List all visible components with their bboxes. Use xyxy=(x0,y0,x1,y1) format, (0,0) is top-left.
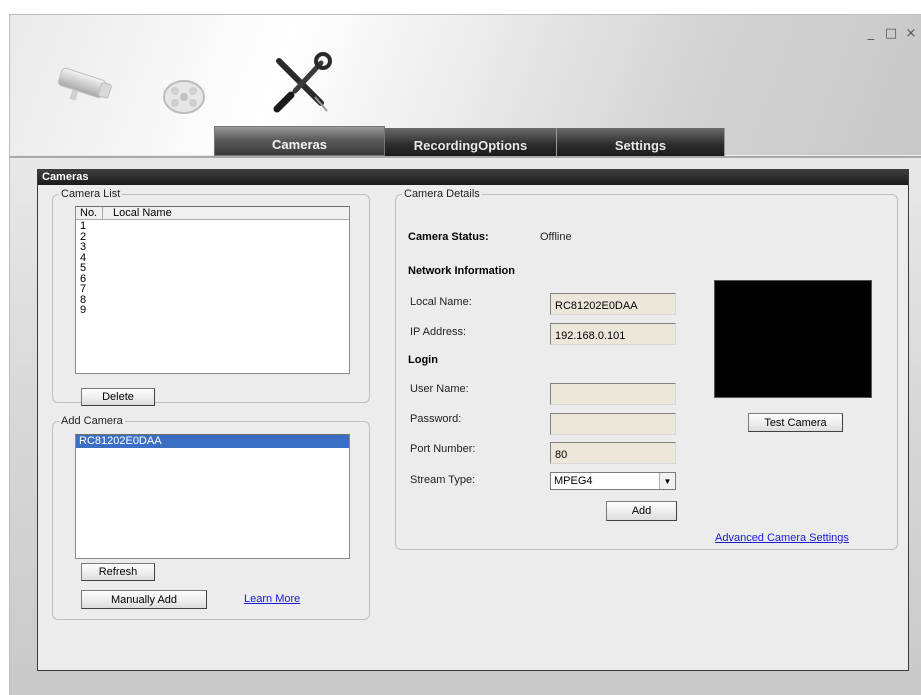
camera-list-legend: Camera List xyxy=(61,188,121,200)
film-reel-icon[interactable] xyxy=(160,77,208,120)
camera-icon[interactable] xyxy=(50,67,120,112)
list-item-selected[interactable]: RC81202E0DAA xyxy=(76,435,349,448)
add-camera-legend: Add Camera xyxy=(61,415,123,427)
test-camera-button[interactable]: Test Camera xyxy=(748,413,843,432)
camera-list-header: No. Local Name xyxy=(76,207,349,220)
chevron-down-icon[interactable]: ▼ xyxy=(659,473,675,489)
stream-type-label: Stream Type: xyxy=(410,474,476,486)
list-item[interactable]: 3 xyxy=(80,242,349,253)
camera-status-value: Offline xyxy=(540,231,572,243)
panel-title: Cameras xyxy=(38,170,908,185)
camera-details-legend: Camera Details xyxy=(404,188,480,200)
camera-list[interactable]: No. Local Name 1 2 3 4 5 6 7 8 9 xyxy=(75,206,350,374)
add-button[interactable]: Add xyxy=(606,501,677,521)
password-label: Password: xyxy=(410,413,462,425)
camera-preview xyxy=(714,280,872,398)
column-local-name[interactable]: Local Name xyxy=(103,207,349,219)
list-item[interactable]: 5 xyxy=(80,263,349,274)
manually-add-button[interactable]: Manually Add xyxy=(81,590,207,609)
stream-type-select[interactable]: MPEG4 ▼ xyxy=(550,472,676,490)
login-heading: Login xyxy=(408,354,438,366)
minimize-icon[interactable]: _ xyxy=(864,27,878,41)
discovered-camera-list[interactable]: RC81202E0DAA xyxy=(75,434,350,559)
local-name-label: Local Name: xyxy=(410,296,472,308)
tab-recording-options[interactable]: RecordingOptions xyxy=(385,128,557,156)
user-name-input[interactable] xyxy=(555,390,675,402)
user-name-field[interactable] xyxy=(550,383,676,405)
list-item[interactable]: 1 xyxy=(80,221,349,232)
ip-address-label: IP Address: xyxy=(410,326,467,338)
maximize-icon[interactable]: □ xyxy=(884,27,898,41)
column-no[interactable]: No. xyxy=(76,207,103,219)
tab-underline xyxy=(10,156,921,158)
list-item[interactable]: 6 xyxy=(80,273,349,285)
tools-icon[interactable] xyxy=(265,51,335,118)
learn-more-link[interactable]: Learn More xyxy=(244,593,300,605)
list-item[interactable]: 2 xyxy=(80,231,349,243)
ip-address-input[interactable] xyxy=(555,330,675,342)
ip-address-field[interactable] xyxy=(550,323,676,345)
advanced-camera-settings-link[interactable]: Advanced Camera Settings xyxy=(715,532,849,544)
user-name-label: User Name: xyxy=(410,383,469,395)
list-item[interactable]: 4 xyxy=(80,252,349,264)
local-name-field[interactable] xyxy=(550,293,676,315)
window-controls: _ □ × xyxy=(864,27,918,41)
main-tabs: Cameras RecordingOptions Settings xyxy=(214,126,725,156)
tab-cameras[interactable]: Cameras xyxy=(214,126,385,156)
port-number-field[interactable] xyxy=(550,442,676,464)
camera-list-rows: 1 2 3 4 5 6 7 8 9 xyxy=(76,220,349,316)
cameras-panel: Cameras Camera List No. Local Name 1 2 3… xyxy=(37,169,909,671)
password-field[interactable] xyxy=(550,413,676,435)
camera-status-label: Camera Status: xyxy=(408,231,489,243)
close-icon[interactable]: × xyxy=(904,27,918,41)
delete-button[interactable]: Delete xyxy=(81,388,155,406)
stream-type-value: MPEG4 xyxy=(554,475,593,487)
network-information-heading: Network Information xyxy=(408,265,515,277)
password-input[interactable] xyxy=(555,420,675,432)
local-name-input[interactable] xyxy=(555,300,675,312)
tab-settings[interactable]: Settings xyxy=(557,128,725,156)
port-number-input[interactable] xyxy=(555,449,675,461)
app-window: _ □ × Cameras RecordingOptions Settings … xyxy=(9,14,921,695)
list-item[interactable]: 9 xyxy=(80,305,349,316)
refresh-button[interactable]: Refresh xyxy=(81,563,155,581)
port-number-label: Port Number: xyxy=(410,443,476,455)
list-item[interactable]: 8 xyxy=(80,294,349,306)
list-item[interactable]: 7 xyxy=(80,284,349,295)
